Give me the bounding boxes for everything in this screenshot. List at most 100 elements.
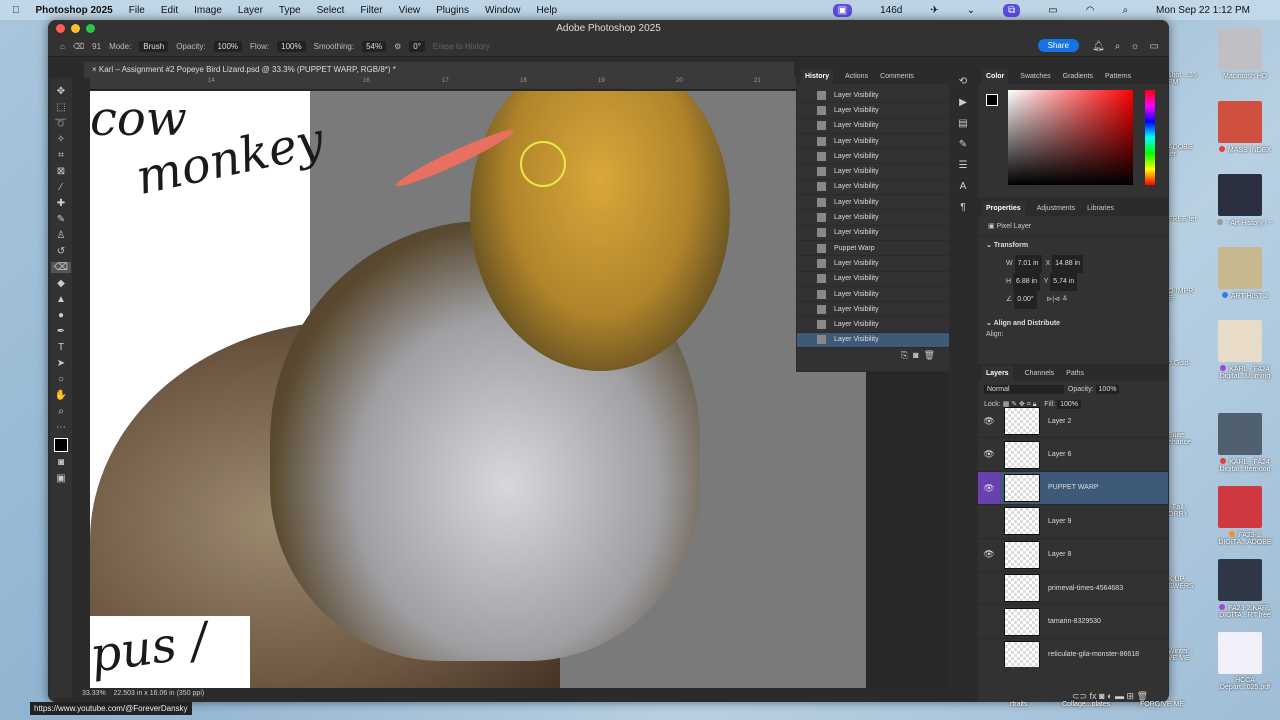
history-item[interactable]: Layer Visibility: [797, 195, 949, 211]
desktop-icon-label[interactable]: - Fall - ORRY: [1168, 504, 1202, 518]
chevron-down-icon[interactable]: ⌄: [986, 242, 992, 249]
document-tab[interactable]: × Karl – Assignment #2 Popeye Bird Lizar…: [84, 62, 794, 78]
clock[interactable]: Mon Sep 22 1:12 PM: [1156, 5, 1250, 16]
desktop-icon-label[interactable]: Collage...plates: [1062, 701, 1110, 708]
layer-name[interactable]: Layer 9: [1048, 518, 1071, 525]
desktop-icon-label[interactable]: Suite ehance: [1168, 432, 1202, 446]
color-swatches-icon[interactable]: [54, 438, 68, 452]
layer-row[interactable]: primeval-times-4564683: [978, 572, 1168, 606]
transform-heading[interactable]: Transform: [994, 242, 1028, 249]
hand-tool-icon[interactable]: ✋: [55, 390, 67, 401]
desktop-icon-label[interactable]: Winter - VE ME: [1168, 648, 1202, 662]
brush-tool-icon[interactable]: ✎: [57, 214, 65, 225]
layer-row[interactable]: 👁︎ PUPPET WARP: [978, 471, 1168, 506]
tab-layers[interactable]: Layers: [982, 365, 1013, 381]
desktop-icon-label[interactable]: rtraits: [1010, 701, 1028, 708]
mask-icon[interactable]: ◙: [1099, 691, 1104, 701]
history-item[interactable]: Layer Visibility: [797, 272, 949, 287]
eye-icon[interactable]: 👁︎: [978, 416, 1000, 427]
menu-window[interactable]: Window: [485, 5, 521, 16]
history-item[interactable]: Layer Visibility: [797, 256, 949, 272]
canvas[interactable]: cow monkey pus /: [90, 91, 796, 688]
history-item[interactable]: Layer Visibility: [797, 103, 949, 119]
layer-name[interactable]: primeval-times-4564683: [1048, 585, 1123, 592]
history-item[interactable]: Layer Visibility: [797, 134, 949, 150]
tab-history[interactable]: History: [801, 68, 834, 84]
layer-name[interactable]: reticulate-gila-monster-86618: [1048, 651, 1139, 658]
home-icon[interactable]: ⌂: [60, 42, 65, 51]
zoom-level[interactable]: 33.33%: [82, 690, 106, 697]
layer-name[interactable]: Layer 6: [1048, 451, 1071, 458]
blend-mode-select[interactable]: Normal: [984, 385, 1064, 394]
layer-opacity-field[interactable]: 100%: [1095, 385, 1120, 394]
menu-type[interactable]: Type: [279, 5, 301, 16]
eye-icon[interactable]: 👁︎: [978, 471, 1000, 505]
tab-libraries[interactable]: Libraries: [1087, 205, 1114, 212]
trash-icon[interactable]: 🗑︎: [1137, 691, 1148, 701]
layer-name[interactable]: Layer 2: [1048, 418, 1071, 425]
tab-channels[interactable]: Channels: [1025, 370, 1055, 377]
menu-plugins[interactable]: Plugins: [436, 5, 469, 16]
character-icon[interactable]: A: [960, 181, 967, 192]
menu-filter[interactable]: Filter: [360, 5, 382, 16]
lasso-tool-icon[interactable]: ➰: [55, 118, 67, 129]
search-icon[interactable]: ⌕: [1122, 5, 1128, 16]
layer-row[interactable]: reticulate-gila-monster-86618: [978, 639, 1168, 667]
history-item[interactable]: Layer Visibility: [797, 149, 949, 165]
y-field[interactable]: 5.74 in: [1050, 273, 1078, 291]
history-item[interactable]: Puppet Warp: [797, 241, 949, 257]
stamp-tool-icon[interactable]: ♙: [57, 230, 66, 241]
fg-bg-swatch[interactable]: [986, 94, 998, 106]
shape-tool-icon[interactable]: ○: [58, 374, 64, 385]
history-icon[interactable]: ⟲: [959, 76, 967, 87]
layer-row[interactable]: 👁︎ Layer 6: [978, 438, 1168, 472]
comment-icon[interactable]: ▤: [958, 118, 967, 129]
share-button[interactable]: Share: [1037, 39, 1079, 52]
desktop-icon-label[interactable]: FORGIVE ME: [1140, 701, 1184, 708]
zoom-button[interactable]: [86, 24, 95, 33]
tab-patterns[interactable]: Patterns: [1105, 73, 1131, 80]
chevrons-icon[interactable]: ⌄: [967, 5, 975, 16]
menu-app[interactable]: Photoshop 2025: [36, 5, 113, 16]
document-size[interactable]: 22.503 in x 16.06 in (350 ppi): [114, 690, 205, 697]
snapshot-icon[interactable]: ◙: [913, 350, 918, 360]
battery-icon[interactable]: ▭: [1048, 5, 1057, 16]
desktop-icon-label[interactable]: d Gold: [1168, 360, 1202, 367]
minimize-button[interactable]: [71, 24, 80, 33]
wifi-icon[interactable]: ◠: [1086, 5, 1095, 16]
tab-properties[interactable]: Properties: [982, 200, 1025, 216]
tab-gradients[interactable]: Gradients: [1063, 73, 1093, 80]
status-count[interactable]: 146d: [880, 5, 902, 16]
path-select-icon[interactable]: ➤: [57, 358, 65, 369]
erase-to-history-checkbox[interactable]: Erase to History: [433, 42, 490, 51]
opacity-field[interactable]: 100%: [213, 41, 243, 52]
history-brush-icon[interactable]: ↺: [57, 246, 65, 257]
apple-icon[interactable]: : [12, 5, 20, 16]
layer-name[interactable]: tamarin-8329530: [1048, 618, 1101, 625]
pen-tool-icon[interactable]: ✒: [57, 326, 65, 337]
menu-help[interactable]: Help: [537, 5, 558, 16]
align-heading[interactable]: Align and Distribute: [994, 320, 1061, 327]
color-field[interactable]: [1008, 90, 1133, 185]
layer-row[interactable]: 👁︎ Layer 2: [978, 405, 1168, 439]
paragraph-icon[interactable]: ¶: [960, 202, 965, 213]
marquee-tool-icon[interactable]: ⬚: [56, 102, 65, 113]
desktop-icon-label[interactable]: ADOBE ter: [1168, 144, 1202, 158]
eraser-tool-icon[interactable]: ⌫: [73, 42, 84, 51]
tab-color[interactable]: Color: [982, 68, 1009, 84]
type-tool-icon[interactable]: T: [58, 342, 64, 353]
more-tools-icon[interactable]: ⋯: [56, 422, 66, 433]
history-item[interactable]: Layer Visibility: [797, 210, 949, 226]
screen-share-icon[interactable]: ▣: [832, 3, 853, 17]
magic-wand-icon[interactable]: ✧: [57, 134, 65, 145]
eye-icon[interactable]: 👁︎: [978, 449, 1000, 460]
lightbulb-icon[interactable]: ☼: [1130, 41, 1139, 52]
tab-comments[interactable]: Comments: [880, 73, 914, 80]
brush-settings-icon[interactable]: ✎: [959, 139, 967, 150]
menu-file[interactable]: File: [129, 5, 145, 16]
quick-mask-icon[interactable]: ◙: [58, 457, 64, 468]
brush-size[interactable]: 91: [92, 42, 101, 51]
healing-icon[interactable]: ✚: [57, 198, 65, 209]
angle-field[interactable]: 0°: [409, 41, 425, 52]
new-layer-icon[interactable]: ⊞: [1127, 691, 1135, 701]
